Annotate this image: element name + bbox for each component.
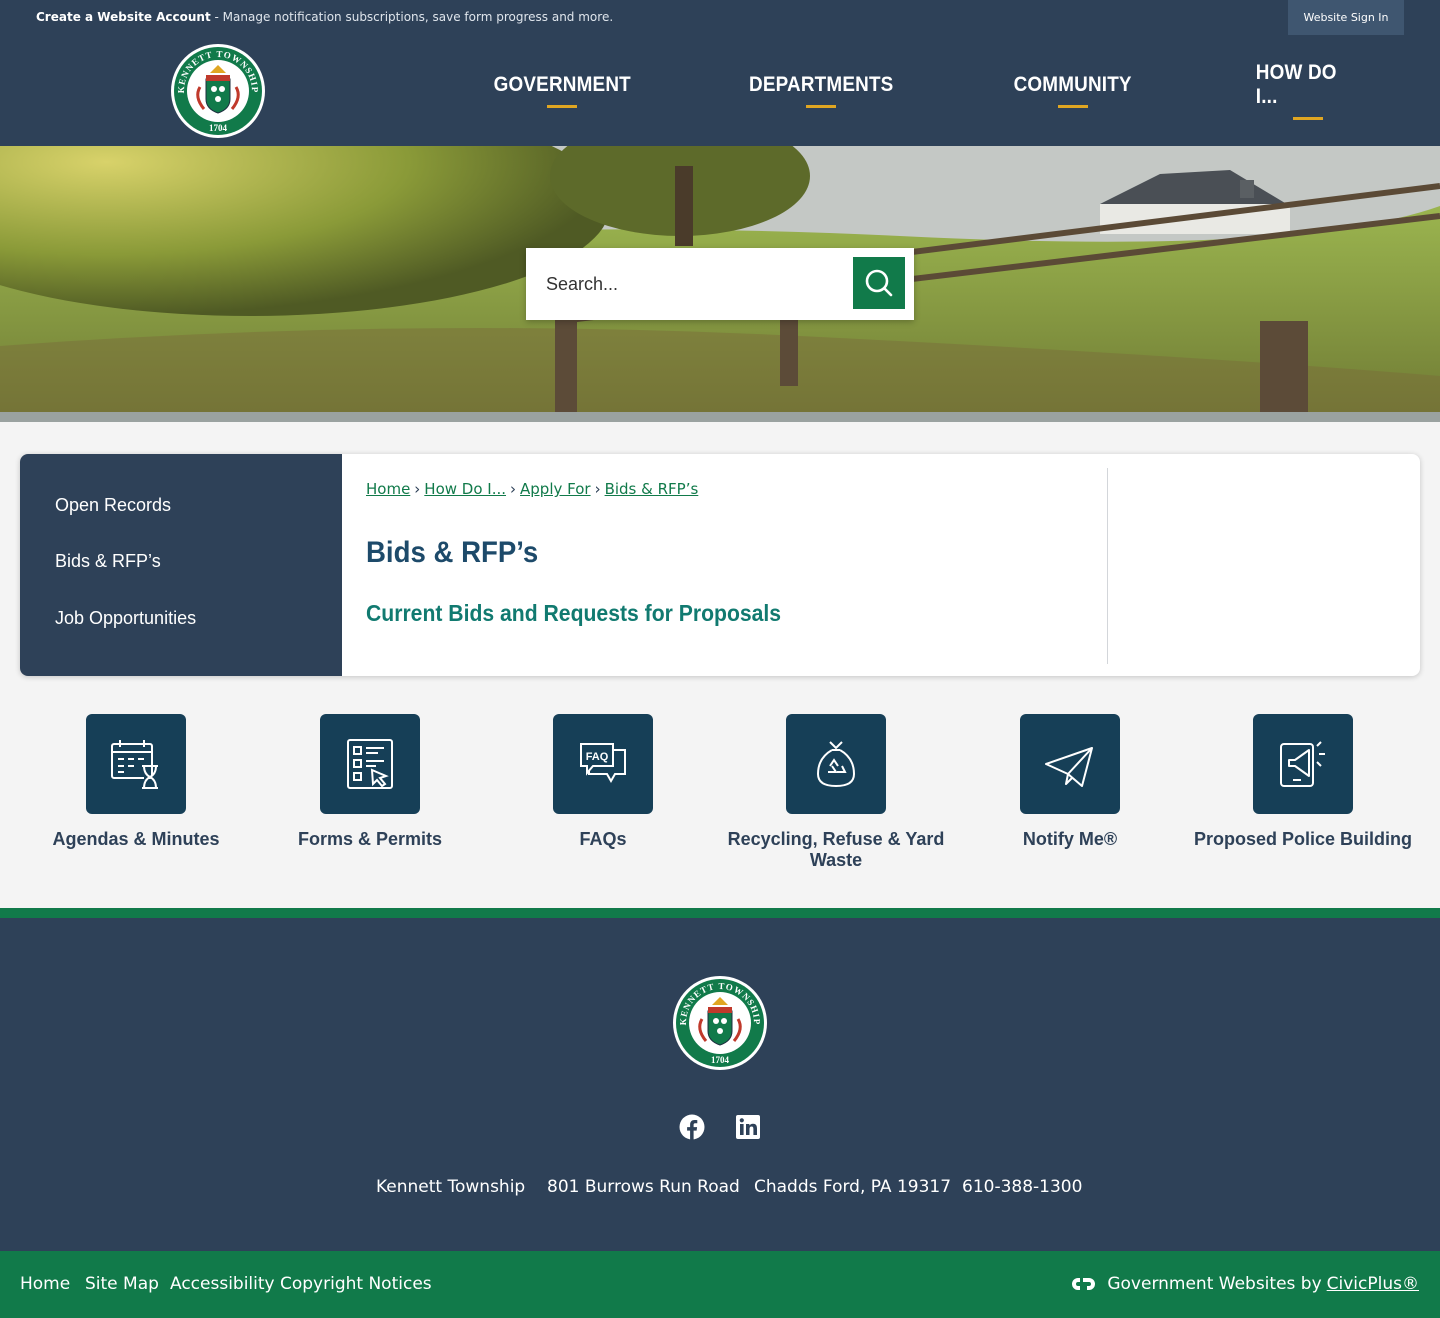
quick-link-tile: [1253, 714, 1353, 814]
quick-link-label: FAQs: [579, 829, 627, 849]
search-input[interactable]: [526, 248, 846, 320]
nav-underline: [547, 105, 577, 108]
secondary-sidebar: Open Records Bids & RFP’s Job Opportunit…: [20, 454, 342, 676]
breadcrumb-separator: ›: [510, 480, 517, 498]
civicplus-link[interactable]: CivicPlus®: [1327, 1274, 1419, 1294]
nav-underline: [1058, 105, 1088, 108]
quick-link-label: Forms & Permits: [297, 829, 443, 849]
footer-link-accessibility[interactable]: Accessibility: [170, 1274, 275, 1294]
top-utility-bar: Create a Website Account - Manage notifi…: [0, 0, 1440, 35]
quick-link-agendas-minutes[interactable]: Agendas & Minutes: [16, 714, 256, 850]
search-box: [526, 248, 914, 320]
township-seal-logo[interactable]: KENNETT TOWNSHIP 1704: [170, 43, 266, 139]
quick-link-tile: [786, 714, 886, 814]
site-footer: KENNETT TOWNSHIP 1704 Kennett Township 8…: [0, 918, 1440, 1251]
website-sign-in-button[interactable]: Website Sign In: [1288, 0, 1404, 35]
nav-label: DEPARTMENTS: [748, 73, 894, 96]
breadcrumb-home[interactable]: Home: [366, 480, 410, 498]
footer-link-site-map[interactable]: Site Map: [85, 1274, 159, 1294]
footer-bottom-bar: Home Site Map Accessibility Copyright No…: [0, 1251, 1440, 1318]
nav-underline: [806, 105, 836, 108]
svg-text:FAQ: FAQ: [586, 751, 609, 763]
footer-accent-line: [0, 908, 1440, 918]
footer-link-home[interactable]: Home: [20, 1274, 70, 1294]
column-divider: [1107, 468, 1108, 664]
form-checklist-icon: [347, 739, 393, 789]
nav-how-do-i[interactable]: HOW DO I...: [1250, 35, 1366, 146]
breadcrumb: Home › How Do I... › Apply For › Bids & RFP’s: [366, 480, 698, 498]
civicplus-credit: Government Websites by CivicPlus®: [1071, 1274, 1419, 1294]
site-header: KENNETT TOWNSHIP 1704 GOVERNMENT DEPARTM…: [0, 35, 1440, 146]
account-message: Create a Website Account - Manage notifi…: [36, 10, 613, 24]
footer-city-state-zip: Chadds Ford, PA 19317: [754, 1177, 952, 1197]
quick-link-label: Notify Me®: [1022, 829, 1118, 849]
calendar-hourglass-icon: [111, 740, 158, 789]
credit-prefix: Government Websites by: [1107, 1274, 1322, 1294]
nav-government[interactable]: GOVERNMENT: [493, 35, 631, 146]
quick-link-label: Recycling, Refuse & Yard Waste: [727, 829, 945, 870]
quick-link-notify-me[interactable]: Notify Me®: [950, 714, 1190, 850]
content-card: Open Records Bids & RFP’s Job Opportunit…: [20, 454, 1420, 676]
footer-organization-name: Kennett Township: [376, 1177, 526, 1197]
breadcrumb-apply-for[interactable]: Apply For: [520, 480, 591, 498]
quick-link-label: Proposed Police Building: [1193, 829, 1413, 849]
search-icon: [865, 269, 893, 297]
sidebar-item-job-opportunities[interactable]: Job Opportunities: [55, 608, 196, 629]
breadcrumb-bids-rfps[interactable]: Bids & RFP’s: [605, 480, 699, 498]
account-message-text: - Manage notification subscriptions, sav…: [210, 10, 614, 24]
footer-link-copyright-notices[interactable]: Copyright Notices: [280, 1274, 432, 1294]
nav-community[interactable]: COMMUNITY: [1010, 35, 1136, 146]
nav-label: HOW DO I...: [1255, 61, 1337, 108]
footer-township-seal-logo[interactable]: KENNETT TOWNSHIP 1704: [672, 975, 768, 1071]
linkedin-icon[interactable]: [735, 1114, 761, 1140]
search-button[interactable]: [853, 257, 905, 309]
recycle-bag-icon: [816, 741, 856, 788]
quick-link-proposed-police-building[interactable]: Proposed Police Building: [1183, 714, 1423, 850]
sidebar-item-open-records[interactable]: Open Records: [55, 495, 171, 516]
quick-link-forms-permits[interactable]: Forms & Permits: [250, 714, 490, 850]
facebook-icon[interactable]: [679, 1114, 705, 1140]
faq-bubble-icon: FAQ: [580, 743, 626, 784]
create-account-link[interactable]: Create a Website Account: [36, 10, 211, 24]
nav-label: GOVERNMENT: [493, 73, 631, 96]
current-bids-heading-link[interactable]: Current Bids and Requests for Proposals: [366, 600, 781, 627]
nav-departments[interactable]: DEPARTMENTS: [748, 35, 894, 146]
footer-street-address: 801 Burrows Run Road: [547, 1177, 740, 1197]
page-title: Bids & RFP’s: [366, 536, 539, 569]
breadcrumb-separator: ›: [414, 480, 421, 498]
sidebar-item-bids-rfps[interactable]: Bids & RFP’s: [55, 551, 161, 572]
nav-underline: [1293, 117, 1323, 120]
footer-phone-link[interactable]: 610-388-1300: [962, 1177, 1082, 1197]
quick-link-tile: [86, 714, 186, 814]
hero-bottom-strip: [0, 412, 1440, 422]
civicplus-logo-icon: [1072, 1278, 1096, 1290]
quick-link-tile: [1020, 714, 1120, 814]
quick-link-label: Agendas & Minutes: [52, 829, 220, 849]
quick-link-tile: FAQ: [553, 714, 653, 814]
breadcrumb-separator: ›: [594, 480, 601, 498]
quick-link-tile: [320, 714, 420, 814]
tablet-megaphone-icon: [1280, 741, 1325, 787]
quick-link-faqs[interactable]: FAQ FAQs: [483, 714, 723, 850]
footer-logo-year: 1704: [711, 1055, 730, 1065]
nav-label: COMMUNITY: [1013, 73, 1133, 96]
quick-link-recycling-refuse-yard-waste[interactable]: Recycling, Refuse & Yard Waste: [716, 714, 956, 871]
logo-year: 1704: [209, 123, 228, 133]
breadcrumb-how-do-i[interactable]: How Do I...: [424, 480, 506, 498]
paper-plane-icon: [1045, 747, 1093, 787]
